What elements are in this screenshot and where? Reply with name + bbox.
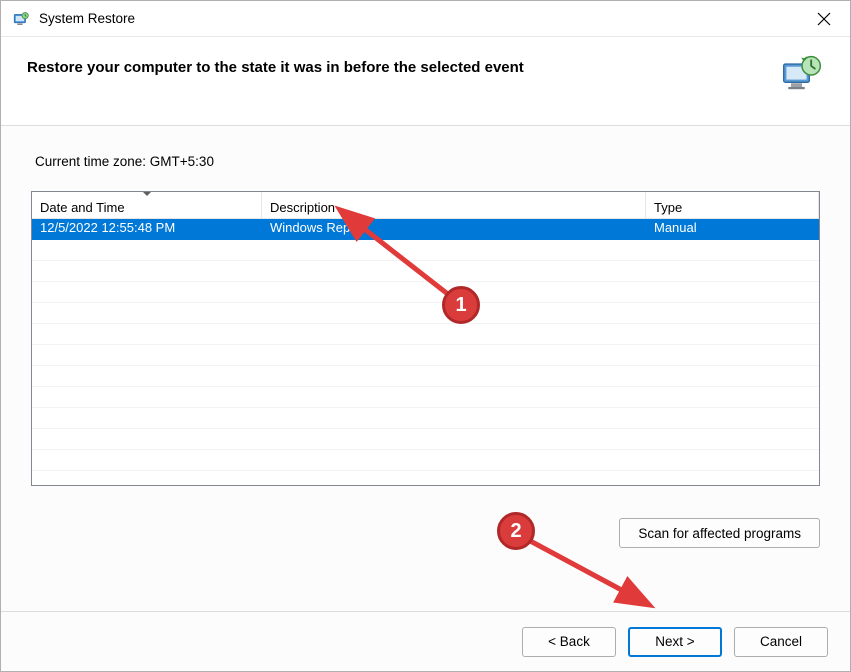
close-button[interactable] — [802, 3, 846, 35]
window-title: System Restore — [39, 11, 802, 26]
table-row — [32, 240, 819, 261]
cancel-button[interactable]: Cancel — [734, 627, 828, 657]
table-row — [32, 282, 819, 303]
timezone-label: Current time zone: GMT+5:30 — [35, 154, 824, 169]
page-heading: Restore your computer to the state it wa… — [27, 59, 772, 76]
cell-type: Manual — [646, 219, 819, 240]
col-description[interactable]: Description — [262, 192, 646, 218]
scan-affected-button[interactable]: Scan for affected programs — [619, 518, 820, 548]
wizard-header: Restore your computer to the state it wa… — [1, 37, 850, 126]
table-row — [32, 261, 819, 282]
content-area: Current time zone: GMT+5:30 Date and Tim… — [1, 126, 850, 611]
cell-date-time: 12/5/2022 12:55:48 PM — [32, 219, 262, 240]
cell-description: Windows Report — [262, 219, 646, 240]
col-date-time-label: Date and Time — [40, 200, 125, 215]
restore-points-list[interactable]: Date and Time Description Type 12/5/2022… — [31, 191, 820, 486]
col-type-label: Type — [654, 200, 682, 215]
system-restore-window: System Restore Restore your computer to … — [0, 0, 851, 672]
table-row[interactable]: 12/5/2022 12:55:48 PM Windows Report Man… — [32, 219, 819, 240]
back-button[interactable]: < Back — [522, 627, 616, 657]
table-row — [32, 345, 819, 366]
col-type[interactable]: Type — [646, 192, 819, 218]
col-date-time[interactable]: Date and Time — [32, 192, 262, 218]
col-description-label: Description — [270, 200, 335, 215]
titlebar: System Restore — [1, 1, 850, 37]
next-button[interactable]: Next > — [628, 627, 722, 657]
sort-indicator-icon — [142, 191, 152, 196]
table-row — [32, 429, 819, 450]
table-row — [32, 450, 819, 471]
table-row — [32, 387, 819, 408]
table-row — [32, 324, 819, 345]
restore-icon — [780, 53, 824, 97]
app-icon — [11, 9, 31, 29]
wizard-footer: < Back Next > Cancel — [1, 611, 850, 671]
table-row — [32, 366, 819, 387]
column-headers: Date and Time Description Type — [32, 192, 819, 219]
scan-button-row: Scan for affected programs — [27, 518, 820, 548]
table-body: 12/5/2022 12:55:48 PM Windows Report Man… — [32, 219, 819, 485]
table-row — [32, 303, 819, 324]
table-row — [32, 408, 819, 429]
